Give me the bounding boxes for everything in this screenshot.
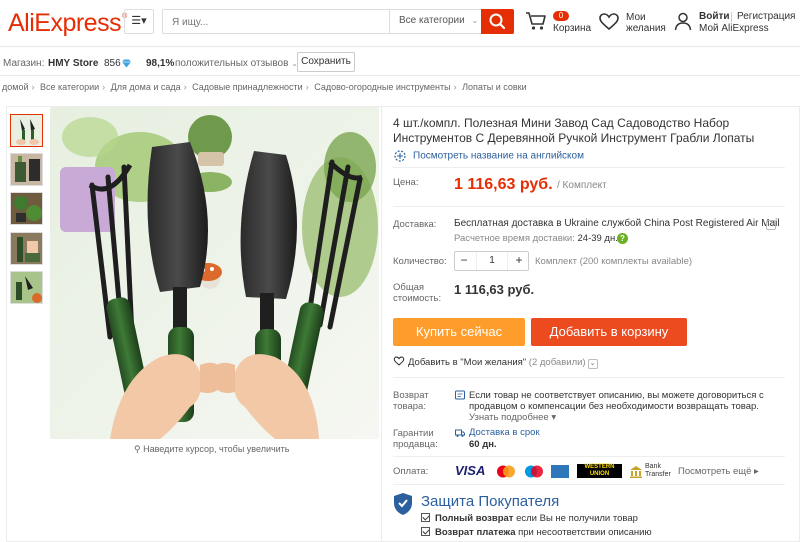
thumbnail-2[interactable] [10, 153, 43, 186]
product-title: 4 шт./компл. Полезная Мини Завод Сад Сад… [393, 116, 755, 145]
thumbnail-5[interactable] [10, 271, 43, 304]
on-time-delivery-link[interactable]: Доставка в срок [469, 427, 540, 439]
chevron-down-icon: ⌄ [471, 16, 479, 25]
return-icon [455, 390, 465, 400]
add-to-cart-button[interactable]: Добавить в корзину [531, 318, 687, 346]
diamond-icon [122, 59, 131, 68]
shipping-method[interactable]: Бесплатная доставка в Ukraine службой Ch… [454, 218, 780, 229]
categories-menu-button[interactable]: ☰▾ [124, 9, 154, 34]
divider [393, 377, 785, 378]
mastercard-icon [497, 465, 515, 478]
shield-icon [394, 493, 412, 515]
price-unit: / Комплект [557, 180, 607, 191]
price: 1 116,63 руб. [454, 176, 553, 193]
breadcrumb-home[interactable]: домой [2, 82, 28, 92]
return-policy-text: Если товар не соответствует описанию, вы… [469, 390, 764, 423]
quantity-available: Комплект (200 комплекты available) [535, 256, 693, 267]
amex-icon [551, 465, 569, 478]
breadcrumb-garden-tools[interactable]: Садово-огородные инструменты [314, 82, 450, 92]
bank-transfer-label: Bank Transfer [645, 463, 671, 478]
buyer-protection-title[interactable]: Защита Покупателя [421, 493, 559, 510]
check-icon [421, 513, 430, 522]
translate-title-link[interactable]: Посмотреть название на английском [393, 150, 584, 162]
total-label: Общая стоимость: [393, 282, 442, 304]
divider [393, 167, 785, 168]
divider [393, 484, 785, 485]
magnifier-icon: ⚲ [134, 444, 141, 454]
zoom-hint: ⚲ Наведите курсор, чтобы увеличить [134, 444, 290, 454]
search-input[interactable] [172, 13, 382, 31]
thumbnail-1[interactable] [10, 114, 43, 147]
protection-refund-payment: Возврат платежа при несоответствии описа… [421, 527, 652, 538]
check-icon [421, 527, 430, 536]
store-score[interactable]: 856 [104, 58, 121, 69]
store-rating: 98,1% [146, 58, 175, 69]
quantity-label: Количество: [393, 256, 447, 267]
guarantee-days: 60 дн. [469, 439, 497, 450]
guarantee-label: Гарантии продавца: [393, 428, 438, 450]
store-prefix: Магазин: [3, 58, 45, 69]
add-to-wishlist-link[interactable]: Добавить в "Мои желания" (2 добавили) ⌄ [393, 356, 598, 369]
divider [393, 456, 785, 457]
thumbnail-4[interactable] [10, 232, 43, 265]
cart-label[interactable]: Корзина [553, 23, 591, 34]
divider [393, 206, 785, 207]
register-link[interactable]: Регистрация [737, 11, 795, 22]
shipping-label: Доставка: [393, 219, 437, 230]
price-label: Цена: [393, 177, 419, 188]
heart-icon [393, 356, 405, 366]
divider [381, 107, 382, 542]
breadcrumb: домой › Все категории › Для дома и сада › С… [2, 82, 527, 92]
aliexpress-logo[interactable]: AliExpress® [8, 9, 127, 38]
chevron-down-icon[interactable]: ⌄ [587, 359, 598, 369]
wishlist-link[interactable]: Мои желания [626, 12, 666, 34]
cart-count-badge: 0 [553, 11, 569, 21]
payment-label: Оплата: [393, 466, 429, 477]
truck-icon [455, 429, 465, 437]
help-icon[interactable]: ? [617, 233, 628, 244]
user-icon[interactable] [673, 11, 693, 31]
search-icon [489, 13, 506, 30]
visa-icon: VISA [455, 463, 486, 478]
western-union-icon: WESTERN UNION [577, 464, 622, 478]
product-main-image[interactable] [50, 107, 379, 439]
protection-full-refund: Полный возврат если Вы не получили товар [421, 513, 638, 524]
my-aliexpress-link[interactable]: Мой AliExpress [699, 23, 769, 34]
learn-more-link[interactable]: Узнать подробнее ▾ [469, 412, 556, 423]
search-button[interactable] [481, 9, 514, 34]
store-feedback-link[interactable]: положительных отзывов ⌄ [175, 58, 298, 69]
maestro-icon [525, 465, 543, 478]
breadcrumb-all-categories[interactable]: Все категории [40, 82, 99, 92]
heart-icon[interactable] [598, 12, 620, 31]
store-name-link[interactable]: HMY Store [48, 58, 98, 69]
total-price: 1 116,63 руб. [454, 282, 535, 297]
bank-icon [630, 466, 642, 478]
save-store-button[interactable]: Сохранить [297, 52, 355, 72]
quantity-input[interactable]: 1 [476, 252, 508, 270]
buy-now-button[interactable]: Купить сейчас [393, 318, 525, 346]
thumbnail-3[interactable] [10, 192, 43, 225]
divider [731, 12, 732, 22]
breadcrumb-home-garden[interactable]: Для дома и сада [111, 82, 181, 92]
category-select[interactable]: Все категории ⌄ [389, 9, 481, 34]
delivery-time: Расчетное время доставки: 24-39 дн. [454, 233, 618, 244]
chevron-down-icon[interactable]: ⌄ [766, 220, 776, 230]
quantity-increase-button[interactable]: + [510, 252, 528, 270]
return-label: Возврат товара: [393, 390, 429, 412]
login-link[interactable]: Войти [699, 11, 730, 22]
translate-icon [394, 150, 406, 162]
breadcrumb-garden-supplies[interactable]: Садовые принадлежности [192, 82, 303, 92]
more-payment-link[interactable]: Посмотреть ещё ▸ [678, 466, 759, 477]
quantity-decrease-button[interactable]: − [455, 252, 473, 270]
cart-icon[interactable] [524, 10, 548, 32]
breadcrumb-shovels[interactable]: Лопаты и совки [462, 82, 527, 92]
